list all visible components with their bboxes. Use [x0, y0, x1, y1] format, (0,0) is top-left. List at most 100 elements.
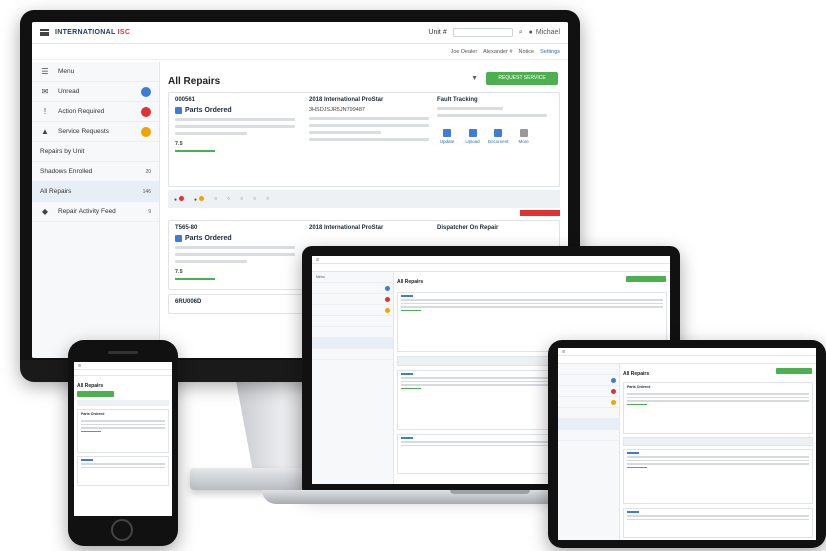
unit-number[interactable]: 6RU006D: [175, 299, 201, 305]
repair-card[interactable]: [623, 449, 813, 504]
sidebar-item-menu[interactable]: ☰ Menu: [32, 62, 159, 82]
laptop-notch: [450, 490, 530, 494]
sidebar-item-service-requests[interactable]: [558, 397, 619, 408]
request-service-button[interactable]: [626, 276, 666, 282]
vin-number: 3HSDJSJR5JN799487: [309, 107, 365, 113]
upload-icon: [468, 129, 477, 137]
tablet-screen: ☰ All Repairs Parts Ordered: [558, 348, 816, 540]
repair-progress-tracker: [77, 400, 169, 406]
sidebar-item-menu[interactable]: Menu: [312, 272, 393, 283]
alert-tag: [520, 210, 560, 216]
sidebar-item-activity-feed[interactable]: ◆ Repair Activity Feed 9: [32, 202, 159, 222]
search-icon[interactable]: ⌕: [519, 29, 523, 37]
group-selector[interactable]: Joe Dealer: [451, 49, 478, 55]
vehicle-title: 2018 International ProStar: [309, 225, 384, 231]
sidebar-item-shadows-enrolled[interactable]: Shadows Enrolled 20: [32, 162, 159, 182]
wrench-icon: ▲: [41, 127, 49, 136]
tablet-subbar: [558, 356, 816, 364]
sidebar-item-activity-feed[interactable]: [558, 430, 619, 441]
repair-progress-tracker: ● ● ○ ○ ○ ○ ○: [168, 190, 560, 208]
unit-number[interactable]: T565-80: [175, 225, 295, 231]
phone-screen: ☰ All Repairs Parts Ordered: [74, 362, 172, 516]
sidebar-item-all-repairs[interactable]: [558, 419, 619, 430]
sidebar-item-all-repairs[interactable]: [312, 338, 393, 349]
sidebar-item-service-requests[interactable]: [312, 305, 393, 316]
top-navigation-bar: INTERNATIONAL ISC Unit # ⌕ ● Michael: [32, 22, 568, 44]
progress-bar: [175, 150, 215, 152]
status-icon: [175, 235, 182, 242]
hamburger-menu-icon[interactable]: [40, 29, 49, 36]
hamburger-menu-icon[interactable]: ☰: [316, 258, 319, 262]
sidebar-item-shadows-enrolled[interactable]: [312, 327, 393, 338]
tablet: ☰ All Repairs Parts Ordered: [548, 340, 826, 548]
phone-home-button[interactable]: [111, 519, 133, 541]
more-icon: [519, 129, 528, 137]
sidebar: ☰ Menu ✉ Unread ! Action Required ▲ Serv…: [32, 62, 160, 358]
repair-card[interactable]: [77, 456, 169, 486]
sidebar-item-repairs-by-unit[interactable]: [312, 316, 393, 327]
unit-number[interactable]: 000561: [175, 97, 295, 103]
page-title: All Repairs: [77, 383, 104, 389]
sidebar-item-service-requests[interactable]: ▲ Service Requests: [32, 122, 159, 142]
upload-action[interactable]: Upload: [463, 129, 483, 144]
update-action[interactable]: Update: [437, 129, 457, 144]
progress-value: 7.5: [175, 269, 183, 275]
repair-card[interactable]: [623, 508, 813, 538]
repair-card[interactable]: 000561 Parts Ordered 7.5 2018 Internatio…: [168, 92, 560, 187]
inbox-icon: ✉: [41, 87, 49, 96]
progress-value: 7.5: [175, 141, 183, 147]
settings-link[interactable]: Settings: [540, 49, 560, 55]
phone-topbar: ☰: [74, 362, 172, 370]
sidebar-item-menu[interactable]: [558, 364, 619, 375]
search-type-dropdown[interactable]: Unit #: [428, 29, 446, 36]
sidebar-item-repairs-by-unit[interactable]: [558, 408, 619, 419]
request-service-button[interactable]: REQUEST SERVICE: [486, 72, 558, 85]
progress-bar: [175, 278, 215, 280]
sidebar-item-activity-feed[interactable]: [312, 349, 393, 360]
dealer-subbar: Joe Dealer Alexander # Notice Settings: [32, 44, 568, 60]
service-requests-badge: [141, 126, 151, 137]
user-avatar-icon[interactable]: ●: [529, 29, 533, 36]
sidebar-item-action-required[interactable]: ! Action Required: [32, 102, 159, 122]
search-input[interactable]: [452, 28, 513, 37]
repair-status: Parts Ordered: [627, 385, 651, 389]
status-icon: [175, 107, 182, 114]
phone-speaker: [108, 351, 138, 354]
hamburger-menu-icon[interactable]: ☰: [562, 350, 565, 354]
laptop-subbar: [312, 264, 670, 272]
action-required-badge: [141, 106, 151, 117]
smartphone: ☰ All Repairs Parts Ordered: [68, 340, 178, 546]
request-service-button[interactable]: [776, 368, 812, 374]
repair-card[interactable]: Parts Ordered: [77, 409, 169, 453]
tracking-title: Dispatcher On Repair: [437, 225, 499, 231]
feed-icon: ◆: [41, 207, 49, 216]
repair-status: Parts Ordered: [175, 107, 295, 114]
tablet-main: All Repairs Parts Ordered: [620, 364, 816, 540]
hamburger-menu-icon[interactable]: ☰: [78, 364, 81, 368]
more-action[interactable]: More: [514, 129, 534, 144]
brand-logo: INTERNATIONAL ISC: [55, 29, 131, 36]
sidebar-item-unread[interactable]: ✉ Unread: [32, 82, 159, 102]
sidebar-item-action-required[interactable]: [558, 386, 619, 397]
document-action[interactable]: Document: [488, 129, 508, 144]
sidebar-item-all-repairs[interactable]: All Repairs 146: [32, 182, 159, 202]
repair-status: Parts Ordered: [81, 412, 105, 416]
dealer-selector[interactable]: Alexander #: [483, 49, 512, 55]
tablet-sidebar: [558, 364, 620, 540]
tablet-topbar: ☰: [558, 348, 816, 356]
notice-text: Notice: [518, 48, 535, 55]
sidebar-item-unread[interactable]: [558, 375, 619, 386]
document-icon: [494, 129, 503, 137]
sidebar-item-action-required[interactable]: [312, 294, 393, 305]
repair-card[interactable]: Parts Ordered: [623, 382, 813, 434]
sidebar-item-repairs-by-unit[interactable]: Repairs by Unit: [32, 142, 159, 162]
user-name[interactable]: Michael: [536, 29, 560, 36]
filter-icon[interactable]: ▼: [471, 75, 478, 82]
menu-icon: ☰: [41, 67, 49, 76]
vehicle-title: 2018 International ProStar: [309, 97, 384, 103]
laptop-sidebar: Menu: [312, 272, 394, 484]
sidebar-item-unread[interactable]: [312, 283, 393, 294]
update-icon: [443, 129, 451, 137]
request-service-button[interactable]: [77, 391, 114, 397]
repair-status: Parts Ordered: [175, 235, 295, 242]
